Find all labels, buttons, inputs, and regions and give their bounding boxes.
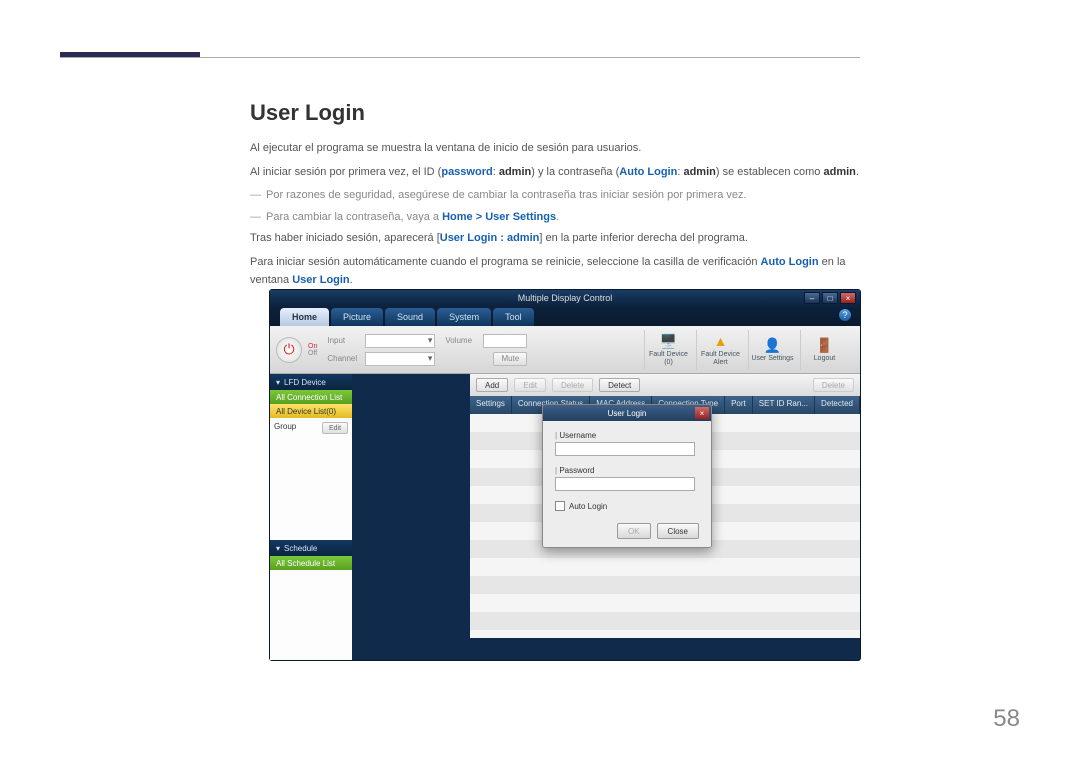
delete2-button[interactable]: Delete <box>813 378 854 392</box>
minimize-button[interactable]: – <box>804 292 820 304</box>
fault-alert-button[interactable]: ▲ Fault Device Alert <box>696 330 744 370</box>
app-window: Multiple Display Control – □ × Home Pict… <box>270 290 860 660</box>
user-icon: 👤 <box>762 336 784 354</box>
lfd-device-header[interactable]: ▾ LFD Device <box>270 374 352 390</box>
help-button[interactable]: ? <box>838 308 852 322</box>
chevron-down-icon: ▾ <box>276 544 280 553</box>
delete-button[interactable]: Delete <box>552 378 593 392</box>
toolbar: ⏻ On Off Input ▾ Channel ▾ Volume <box>270 326 860 374</box>
intro-para: Al ejecutar el programa se muestra la ve… <box>250 140 870 158</box>
username-label: Username <box>555 431 699 440</box>
input-label: Input <box>327 336 361 345</box>
ok-button[interactable]: OK <box>617 523 651 539</box>
all-connection-list[interactable]: All Connection List <box>270 390 352 404</box>
volume-field[interactable] <box>483 334 527 348</box>
password-input[interactable] <box>555 477 695 491</box>
group-label: Group <box>274 422 296 431</box>
header-rule <box>60 52 860 64</box>
user-login-dialog: User Login × Username Password Auto Logi… <box>542 404 712 548</box>
first-login-para: Al iniciar sesión por primera vez, el ID… <box>250 164 870 182</box>
all-schedule-list[interactable]: All Schedule List <box>270 556 352 570</box>
tab-home[interactable]: Home <box>280 308 329 326</box>
auto-login-label: Auto Login <box>569 502 607 511</box>
detect-button[interactable]: Detect <box>599 378 640 392</box>
channel-label: Channel <box>327 354 361 363</box>
warning-icon: ▲ <box>710 332 732 350</box>
edit-button[interactable]: Edit <box>514 378 546 392</box>
tab-sound[interactable]: Sound <box>385 308 435 326</box>
on-label: On <box>308 343 317 350</box>
tab-system[interactable]: System <box>437 308 491 326</box>
edit-group-button[interactable]: Edit <box>322 422 348 434</box>
col-setid[interactable]: SET ID Ran... <box>753 396 815 414</box>
dialog-title: User Login <box>608 409 647 418</box>
titlebar: Multiple Display Control – □ × <box>270 290 860 306</box>
input-select[interactable]: ▾ <box>365 334 435 348</box>
monitor-warning-icon: 🖥️ <box>658 332 680 350</box>
all-device-list[interactable]: All Device List(0) <box>270 404 352 418</box>
col-port[interactable]: Port <box>725 396 753 414</box>
fault-device-button[interactable]: 🖥️ Fault Device (0) <box>644 330 692 370</box>
maximize-button[interactable]: □ <box>822 292 838 304</box>
channel-select[interactable]: ▾ <box>365 352 435 366</box>
sidebar: ▾ LFD Device All Connection List All Dev… <box>270 374 352 638</box>
user-settings-button[interactable]: 👤 User Settings <box>748 330 796 370</box>
username-input[interactable] <box>555 442 695 456</box>
door-icon: 🚪 <box>814 336 836 354</box>
tab-tool[interactable]: Tool <box>493 308 534 326</box>
schedule-header[interactable]: ▾ Schedule <box>270 540 352 556</box>
mute-button[interactable]: Mute <box>493 352 527 366</box>
off-label: Off <box>308 350 317 357</box>
col-settings[interactable]: Settings <box>470 396 512 414</box>
dialog-titlebar: User Login × <box>543 405 711 421</box>
heading: User Login <box>250 100 870 126</box>
power-icon[interactable]: ⏻ <box>276 337 302 363</box>
add-button[interactable]: Add <box>476 378 508 392</box>
auto-login-para: Para iniciar sesión automáticamente cuan… <box>250 254 870 289</box>
after-login-para: Tras haber iniciado sesión, aparecerá [U… <box>250 230 870 248</box>
volume-label: Volume <box>445 336 479 345</box>
password-label: Password <box>555 466 699 475</box>
tab-row: Home Picture Sound System Tool ? <box>270 306 860 326</box>
auto-login-checkbox[interactable] <box>555 501 565 511</box>
dialog-close-button[interactable]: × <box>695 407 709 419</box>
document-body: User Login Al ejecutar el programa se mu… <box>250 100 870 295</box>
chevron-down-icon: ▾ <box>276 378 280 387</box>
logout-button[interactable]: 🚪 Logout <box>800 330 848 370</box>
col-detected[interactable]: Detected <box>815 396 860 414</box>
app-title: Multiple Display Control <box>518 293 613 303</box>
close-dialog-button[interactable]: Close <box>657 523 699 539</box>
tab-picture[interactable]: Picture <box>331 308 383 326</box>
close-button[interactable]: × <box>840 292 856 304</box>
action-bar: Add Edit Delete Detect Delete <box>470 374 860 396</box>
security-note: Por razones de seguridad, asegúrese de c… <box>250 187 870 205</box>
group-row: Group Edit <box>270 418 352 435</box>
change-password-note: Para cambiar la contraseña, vaya a Home … <box>250 209 870 227</box>
page-number: 58 <box>993 705 1020 733</box>
